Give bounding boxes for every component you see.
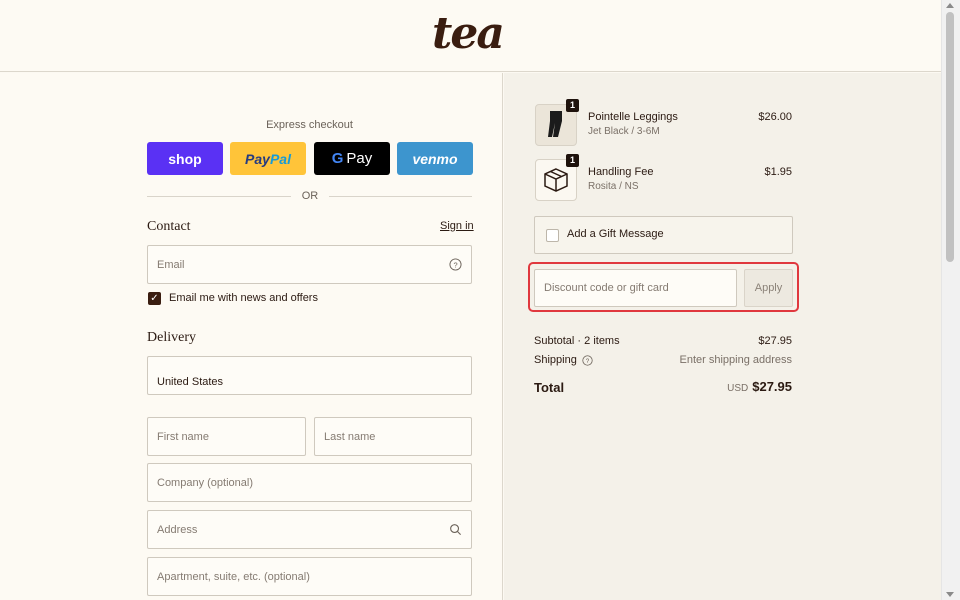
company-placeholder: Company (optional) <box>157 476 253 489</box>
item-quantity-badge: 1 <box>566 99 579 112</box>
last-name-placeholder: Last name <box>324 430 376 443</box>
discount-code-input[interactable]: Discount code or gift card <box>534 269 737 307</box>
divider-left <box>147 196 291 197</box>
item-name: Pointelle Leggings <box>588 111 678 123</box>
apply-discount-button[interactable]: Apply <box>744 269 793 307</box>
divider-right <box>329 196 472 197</box>
item-quantity-badge: 1 <box>566 154 579 167</box>
gift-message-label: Add a Gift Message <box>567 228 664 240</box>
google-pay-button[interactable]: G Pay <box>314 142 390 175</box>
first-name-field[interactable]: First name <box>147 417 306 456</box>
sign-in-link[interactable]: Sign in <box>440 220 474 232</box>
total-value-group: USD $27.95 <box>727 379 792 394</box>
newsletter-checkbox[interactable]: ✓ <box>148 292 161 305</box>
venmo-label: venmo <box>412 150 458 167</box>
delivery-heading: Delivery <box>147 330 196 345</box>
shipping-label: Shipping <box>534 354 577 366</box>
scroll-down-arrow-icon[interactable] <box>946 592 954 597</box>
paypal-label-pal: Pal <box>269 150 291 167</box>
shipping-value: Enter shipping address <box>679 354 792 366</box>
package-box-icon <box>544 168 568 192</box>
discount-placeholder: Discount code or gift card <box>544 282 669 294</box>
google-g-icon: G <box>331 150 344 167</box>
express-checkout-label: Express checkout <box>266 119 353 131</box>
currency-code: USD <box>727 383 749 394</box>
paypal-button[interactable]: Pay Pal <box>230 142 306 175</box>
address-field[interactable]: Address <box>147 510 472 549</box>
country-select[interactable]: United States <box>147 356 472 395</box>
header: tea <box>0 0 941 72</box>
company-field[interactable]: Company (optional) <box>147 463 472 502</box>
total-value: $27.95 <box>752 379 792 394</box>
shop-pay-label: shop <box>168 150 202 167</box>
email-field[interactable]: Email ? <box>147 245 472 284</box>
gift-message-option[interactable]: Add a Gift Message <box>534 216 793 254</box>
google-pay-label: Pay <box>346 150 373 167</box>
apartment-placeholder: Apartment, suite, etc. (optional) <box>157 570 310 583</box>
item-price: $1.95 <box>764 166 792 178</box>
shop-pay-button[interactable]: shop <box>147 142 223 175</box>
item-price: $26.00 <box>758 111 792 123</box>
email-placeholder: Email <box>157 258 185 271</box>
last-name-field[interactable]: Last name <box>314 417 472 456</box>
apply-label: Apply <box>754 282 783 294</box>
page-scrollbar[interactable] <box>941 0 960 600</box>
scrollbar-thumb[interactable] <box>946 12 954 262</box>
help-circle-icon[interactable]: ? <box>582 354 593 366</box>
contact-heading: Contact <box>147 219 191 234</box>
brand-logo[interactable]: tea <box>432 8 505 59</box>
total-label: Total <box>534 380 565 395</box>
shipping-row-label: Shipping ? <box>534 354 593 366</box>
paypal-label-pay: Pay <box>245 150 270 167</box>
scroll-up-arrow-icon[interactable] <box>946 3 954 8</box>
help-circle-icon[interactable]: ? <box>449 258 462 271</box>
subtotal-value: $27.95 <box>758 335 792 347</box>
svg-text:?: ? <box>453 260 457 269</box>
apartment-field[interactable]: Apartment, suite, etc. (optional) <box>147 557 472 596</box>
svg-text:?: ? <box>586 357 590 364</box>
search-icon <box>450 524 462 536</box>
address-placeholder: Address <box>157 523 198 536</box>
subtotal-label: Subtotal · 2 items <box>534 335 620 347</box>
leggings-icon <box>548 111 562 137</box>
item-variant: Jet Black / 3-6M <box>588 126 660 137</box>
venmo-button[interactable]: venmo <box>397 142 473 175</box>
item-variant: Rosita / NS <box>588 181 639 192</box>
gift-message-checkbox[interactable] <box>546 229 559 242</box>
country-value: United States <box>157 376 224 388</box>
or-divider-text: OR <box>301 190 319 202</box>
item-name: Handling Fee <box>588 166 654 178</box>
first-name-placeholder: First name <box>157 430 209 443</box>
newsletter-label: Email me with news and offers <box>169 292 318 304</box>
